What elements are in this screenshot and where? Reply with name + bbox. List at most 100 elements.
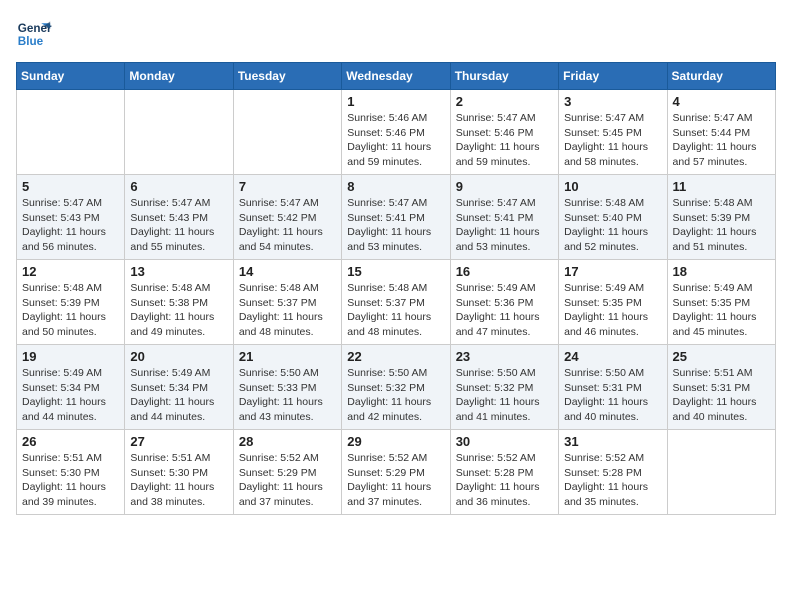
day-info: Sunrise: 5:50 AMSunset: 5:33 PMDaylight:… xyxy=(239,366,336,425)
week-row-4: 19 Sunrise: 5:49 AMSunset: 5:34 PMDayligh… xyxy=(17,345,776,430)
day-number: 28 xyxy=(239,434,336,449)
svg-text:Blue: Blue xyxy=(18,35,44,48)
calendar-cell: 4Sunrise: 5:47 AMSunset: 5:44 PMDaylight… xyxy=(667,90,775,175)
day-number: 4 xyxy=(673,94,770,109)
day-info: Sunrise: 5:48 AMSunset: 5:40 PMDaylight:… xyxy=(564,196,661,255)
calendar-cell: 27 Sunrise: 5:51 AMSunset: 5:30 PMDayligh… xyxy=(125,430,233,515)
day-number: 11 xyxy=(673,179,770,194)
day-info: Sunrise: 5:50 AMSunset: 5:31 PMDaylight:… xyxy=(564,366,661,425)
day-info: Sunrise: 5:48 AMSunset: 5:37 PMDaylight:… xyxy=(347,281,444,340)
day-info: Sunrise: 5:49 AMSunset: 5:35 PMDaylight:… xyxy=(564,281,661,340)
day-info: Sunrise: 5:51 AMSunset: 5:30 PMDaylight:… xyxy=(22,451,119,510)
day-info: Sunrise: 5:51 AMSunset: 5:30 PMDaylight:… xyxy=(130,451,227,510)
day-info: Sunrise: 5:51 AMSunset: 5:31 PMDaylight:… xyxy=(673,366,770,425)
calendar-cell: 3 Sunrise: 5:47 AMSunset: 5:45 PMDaylight… xyxy=(559,90,667,175)
calendar-cell: 19 Sunrise: 5:49 AMSunset: 5:34 PMDayligh… xyxy=(17,345,125,430)
calendar-cell: 26 Sunrise: 5:51 AMSunset: 5:30 PMDayligh… xyxy=(17,430,125,515)
calendar-cell: 30 Sunrise: 5:52 AMSunset: 5:28 PMDayligh… xyxy=(450,430,558,515)
logo-icon: General Blue xyxy=(16,16,52,52)
calendar-cell: 17 Sunrise: 5:49 AMSunset: 5:35 PMDayligh… xyxy=(559,260,667,345)
calendar-cell: 13 Sunrise: 5:48 AMSunset: 5:38 PMDayligh… xyxy=(125,260,233,345)
day-number: 14 xyxy=(239,264,336,279)
page-header: General Blue xyxy=(16,16,776,52)
day-number: 6 xyxy=(130,179,227,194)
day-number: 23 xyxy=(456,349,553,364)
weekday-header-monday: Monday xyxy=(125,63,233,90)
day-number: 26 xyxy=(22,434,119,449)
day-info: Sunrise: 5:49 AMSunset: 5:34 PMDaylight:… xyxy=(130,366,227,425)
day-number: 16 xyxy=(456,264,553,279)
calendar-cell xyxy=(125,90,233,175)
calendar-cell: 1 Sunrise: 5:46 AMSunset: 5:46 PMDaylight… xyxy=(342,90,450,175)
day-number: 22 xyxy=(347,349,444,364)
day-number: 21 xyxy=(239,349,336,364)
week-row-2: 5 Sunrise: 5:47 AMSunset: 5:43 PMDaylight… xyxy=(17,175,776,260)
day-info: Sunrise: 5:47 AMSunset: 5:43 PMDaylight:… xyxy=(22,196,119,255)
calendar-cell: 16 Sunrise: 5:49 AMSunset: 5:36 PMDayligh… xyxy=(450,260,558,345)
day-info: Sunrise: 5:47 AMSunset: 5:41 PMDaylight:… xyxy=(456,196,553,255)
day-info: Sunrise: 5:47 AMSunset: 5:41 PMDaylight:… xyxy=(347,196,444,255)
calendar-cell: 15 Sunrise: 5:48 AMSunset: 5:37 PMDayligh… xyxy=(342,260,450,345)
calendar-cell: 25 Sunrise: 5:51 AMSunset: 5:31 PMDayligh… xyxy=(667,345,775,430)
day-number: 17 xyxy=(564,264,661,279)
day-number: 8 xyxy=(347,179,444,194)
day-info: Sunrise: 5:52 AMSunset: 5:29 PMDaylight:… xyxy=(239,451,336,510)
calendar-cell: 21 Sunrise: 5:50 AMSunset: 5:33 PMDayligh… xyxy=(233,345,341,430)
day-number: 31 xyxy=(564,434,661,449)
day-number: 10 xyxy=(564,179,661,194)
day-info: Sunrise: 5:49 AMSunset: 5:34 PMDaylight:… xyxy=(22,366,119,425)
day-info: Sunrise: 5:49 AMSunset: 5:35 PMDaylight:… xyxy=(673,281,770,340)
day-info: Sunrise: 5:48 AMSunset: 5:39 PMDaylight:… xyxy=(22,281,119,340)
calendar-cell: 12Sunrise: 5:48 AMSunset: 5:39 PMDayligh… xyxy=(17,260,125,345)
day-number: 30 xyxy=(456,434,553,449)
day-info: Sunrise: 5:46 AMSunset: 5:46 PMDaylight:… xyxy=(347,111,444,170)
day-number: 25 xyxy=(673,349,770,364)
day-number: 3 xyxy=(564,94,661,109)
day-info: Sunrise: 5:52 AMSunset: 5:29 PMDaylight:… xyxy=(347,451,444,510)
day-number: 2 xyxy=(456,94,553,109)
calendar-cell: 8 Sunrise: 5:47 AMSunset: 5:41 PMDaylight… xyxy=(342,175,450,260)
calendar-table: SundayMondayTuesdayWednesdayThursdayFrid… xyxy=(16,62,776,515)
day-info: Sunrise: 5:47 AMSunset: 5:43 PMDaylight:… xyxy=(130,196,227,255)
weekday-header-sunday: Sunday xyxy=(17,63,125,90)
calendar-cell: 24Sunrise: 5:50 AMSunset: 5:31 PMDayligh… xyxy=(559,345,667,430)
calendar-cell xyxy=(17,90,125,175)
calendar-cell: 7 Sunrise: 5:47 AMSunset: 5:42 PMDaylight… xyxy=(233,175,341,260)
day-info: Sunrise: 5:47 AMSunset: 5:42 PMDaylight:… xyxy=(239,196,336,255)
calendar-cell: 6 Sunrise: 5:47 AMSunset: 5:43 PMDaylight… xyxy=(125,175,233,260)
day-number: 9 xyxy=(456,179,553,194)
calendar-cell: 2Sunrise: 5:47 AMSunset: 5:46 PMDaylight… xyxy=(450,90,558,175)
calendar-cell: 5 Sunrise: 5:47 AMSunset: 5:43 PMDaylight… xyxy=(17,175,125,260)
day-info: Sunrise: 5:50 AMSunset: 5:32 PMDaylight:… xyxy=(347,366,444,425)
calendar-cell: 31 Sunrise: 5:52 AMSunset: 5:28 PMDayligh… xyxy=(559,430,667,515)
day-number: 5 xyxy=(22,179,119,194)
calendar-cell: 14 Sunrise: 5:48 AMSunset: 5:37 PMDayligh… xyxy=(233,260,341,345)
day-number: 19 xyxy=(22,349,119,364)
week-row-1: 1 Sunrise: 5:46 AMSunset: 5:46 PMDaylight… xyxy=(17,90,776,175)
calendar-cell xyxy=(233,90,341,175)
day-info: Sunrise: 5:48 AMSunset: 5:39 PMDaylight:… xyxy=(673,196,770,255)
day-info: Sunrise: 5:52 AMSunset: 5:28 PMDaylight:… xyxy=(456,451,553,510)
calendar-cell: 28 Sunrise: 5:52 AMSunset: 5:29 PMDayligh… xyxy=(233,430,341,515)
day-number: 13 xyxy=(130,264,227,279)
calendar-cell xyxy=(667,430,775,515)
day-number: 7 xyxy=(239,179,336,194)
day-number: 18 xyxy=(673,264,770,279)
day-number: 1 xyxy=(347,94,444,109)
calendar-cell: 10 Sunrise: 5:48 AMSunset: 5:40 PMDayligh… xyxy=(559,175,667,260)
day-info: Sunrise: 5:48 AMSunset: 5:38 PMDaylight:… xyxy=(130,281,227,340)
calendar-cell: 23 Sunrise: 5:50 AMSunset: 5:32 PMDayligh… xyxy=(450,345,558,430)
day-info: Sunrise: 5:48 AMSunset: 5:37 PMDaylight:… xyxy=(239,281,336,340)
weekday-header-thursday: Thursday xyxy=(450,63,558,90)
weekday-header-row: SundayMondayTuesdayWednesdayThursdayFrid… xyxy=(17,63,776,90)
day-number: 27 xyxy=(130,434,227,449)
day-info: Sunrise: 5:50 AMSunset: 5:32 PMDaylight:… xyxy=(456,366,553,425)
weekday-header-friday: Friday xyxy=(559,63,667,90)
day-number: 15 xyxy=(347,264,444,279)
day-info: Sunrise: 5:47 AMSunset: 5:45 PMDaylight:… xyxy=(564,111,661,170)
day-info: Sunrise: 5:52 AMSunset: 5:28 PMDaylight:… xyxy=(564,451,661,510)
calendar-cell: 22 Sunrise: 5:50 AMSunset: 5:32 PMDayligh… xyxy=(342,345,450,430)
day-number: 20 xyxy=(130,349,227,364)
calendar-cell: 18 Sunrise: 5:49 AMSunset: 5:35 PMDayligh… xyxy=(667,260,775,345)
day-info: Sunrise: 5:49 AMSunset: 5:36 PMDaylight:… xyxy=(456,281,553,340)
